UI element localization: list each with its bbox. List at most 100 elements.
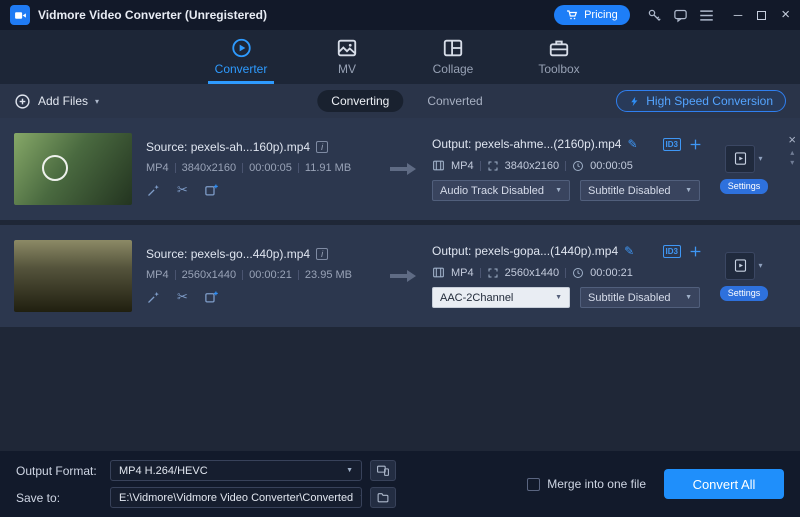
output-duration: 00:00:21 [590, 267, 633, 279]
compress-icon[interactable] [689, 245, 702, 258]
rename-icon[interactable]: ✎ [627, 137, 637, 151]
id3-badge[interactable]: ID3 [663, 245, 681, 258]
maximize-icon [757, 11, 766, 20]
output-info-1: Output: pexels-ahme...(2160p).mp4 ✎ ID3 … [432, 137, 704, 201]
source-filename: Source: pexels-ah...160p).mp4 [146, 140, 310, 154]
output-format-select[interactable]: MP4 H.264/HEVC ▼ [110, 460, 362, 481]
chevron-down-icon: ▼ [555, 294, 562, 301]
queue-tabs: Converting Converted [317, 90, 482, 112]
minimize-button[interactable]: ─ [734, 9, 743, 21]
window-controls: ─ × [734, 9, 790, 21]
source-format: MP4 [146, 269, 169, 281]
video-thumbnail-1[interactable] [14, 133, 132, 205]
feedback-icon[interactable] [672, 6, 690, 24]
add-files-button[interactable]: Add Files ▾ [14, 93, 99, 110]
format-icon [432, 266, 445, 279]
source-info-1: Source: pexels-ah...160p).mp4 i MP4 3840… [146, 140, 374, 198]
output-resolution: 3840x2160 [505, 160, 559, 172]
settings-button[interactable]: Settings [720, 179, 768, 194]
device-preset-button[interactable] [370, 460, 396, 481]
output-format-value: MP4 H.264/HEVC [119, 465, 208, 477]
pricing-button[interactable]: Pricing [554, 5, 630, 25]
divider [242, 163, 243, 173]
mv-icon [336, 37, 358, 59]
chevron-down-icon: ▾ [95, 97, 99, 106]
close-button[interactable]: × [781, 9, 790, 21]
cut-icon[interactable]: ✂ [177, 289, 188, 305]
divider [565, 268, 566, 278]
merge-checkbox[interactable] [527, 478, 540, 491]
merge-option[interactable]: Merge into one file [527, 477, 646, 491]
cut-icon[interactable]: ✂ [177, 182, 188, 198]
menu-icon[interactable] [698, 6, 716, 24]
source-size: 11.91 MB [305, 162, 351, 174]
source-filename: Source: pexels-go...440p).mp4 [146, 247, 310, 261]
save-to-select[interactable]: E:\Vidmore\Vidmore Video Converter\Conve… [110, 487, 362, 508]
output-profile-button[interactable] [725, 145, 755, 173]
divider [565, 161, 566, 171]
subtitle-value: Subtitle Disabled [588, 185, 671, 197]
enhance-icon[interactable] [146, 290, 161, 305]
audio-track-dropdown[interactable]: Audio Track Disabled ▼ [432, 180, 570, 201]
output-info-2: Output: pexels-gopa...(1440p).mp4 ✎ ID3 … [432, 244, 704, 308]
arrow-right-icon [388, 268, 418, 284]
file-list: Source: pexels-ah...160p).mp4 i MP4 3840… [0, 118, 800, 451]
remove-file-icon[interactable]: × [788, 132, 796, 147]
tab-converted[interactable]: Converted [427, 94, 482, 108]
list-edge-controls: × ▴ ▾ [788, 132, 796, 167]
collage-icon [442, 37, 464, 59]
info-icon[interactable]: i [316, 141, 328, 153]
open-folder-button[interactable] [370, 487, 396, 508]
compress-icon[interactable] [689, 138, 702, 151]
output-profile-button[interactable] [725, 252, 755, 280]
save-to-label: Save to: [16, 491, 102, 505]
app-window: Vidmore Video Converter (Unregistered) P… [0, 0, 800, 517]
maximize-button[interactable] [757, 11, 766, 20]
chevron-down-icon: ▼ [346, 467, 353, 474]
thumbnail-highlight [42, 155, 68, 181]
move-down-icon[interactable]: ▾ [790, 159, 794, 167]
subtitle-value: Subtitle Disabled [588, 292, 671, 304]
output-filename: Output: pexels-gopa...(1440p).mp4 [432, 244, 618, 258]
subtitle-dropdown[interactable]: Subtitle Disabled ▼ [580, 180, 700, 201]
save-to-value: E:\Vidmore\Vidmore Video Converter\Conve… [119, 492, 353, 504]
divider [175, 163, 176, 173]
edit-icon[interactable] [204, 183, 219, 198]
plus-circle-icon [14, 93, 31, 110]
video-thumbnail-2[interactable] [14, 240, 132, 312]
tab-converter[interactable]: Converter [208, 37, 274, 84]
high-speed-conversion-button[interactable]: High Speed Conversion [616, 90, 786, 112]
resolution-icon [487, 267, 499, 279]
profile-caret-icon[interactable]: ▾ [758, 261, 762, 270]
app-logo-icon [10, 5, 30, 25]
title-bar: Vidmore Video Converter (Unregistered) P… [0, 0, 800, 30]
tab-toolbox[interactable]: Toolbox [526, 37, 592, 84]
toolbar: Add Files ▾ Converting Converted High Sp… [0, 84, 800, 118]
subtitle-dropdown[interactable]: Subtitle Disabled ▼ [580, 287, 700, 308]
enhance-icon[interactable] [146, 183, 161, 198]
move-up-icon[interactable]: ▴ [790, 149, 794, 157]
output-format: MP4 [451, 267, 474, 279]
tab-mv[interactable]: MV [314, 37, 380, 84]
edit-icon[interactable] [204, 290, 219, 305]
info-icon[interactable]: i [316, 248, 328, 260]
file-row-1: Source: pexels-ah...160p).mp4 i MP4 3840… [0, 118, 800, 220]
tab-converting[interactable]: Converting [317, 90, 403, 112]
merge-label: Merge into one file [547, 477, 646, 491]
cart-icon [566, 9, 578, 21]
output-format: MP4 [451, 160, 474, 172]
register-key-icon[interactable] [646, 6, 664, 24]
footer-bar: Output Format: MP4 H.264/HEVC ▼ Save to:… [0, 451, 800, 517]
add-files-label: Add Files [38, 94, 88, 108]
source-resolution: 2560x1440 [182, 269, 236, 281]
convert-all-button[interactable]: Convert All [664, 469, 784, 499]
divider [298, 163, 299, 173]
id3-badge[interactable]: ID3 [663, 138, 681, 151]
settings-button[interactable]: Settings [720, 286, 768, 301]
profile-caret-icon[interactable]: ▾ [758, 154, 762, 163]
rename-icon[interactable]: ✎ [624, 244, 634, 258]
tab-collage[interactable]: Collage [420, 37, 486, 84]
tab-collage-label: Collage [433, 62, 474, 76]
audio-track-dropdown[interactable]: AAC-2Channel ▼ [432, 287, 570, 308]
clock-icon [572, 267, 584, 279]
